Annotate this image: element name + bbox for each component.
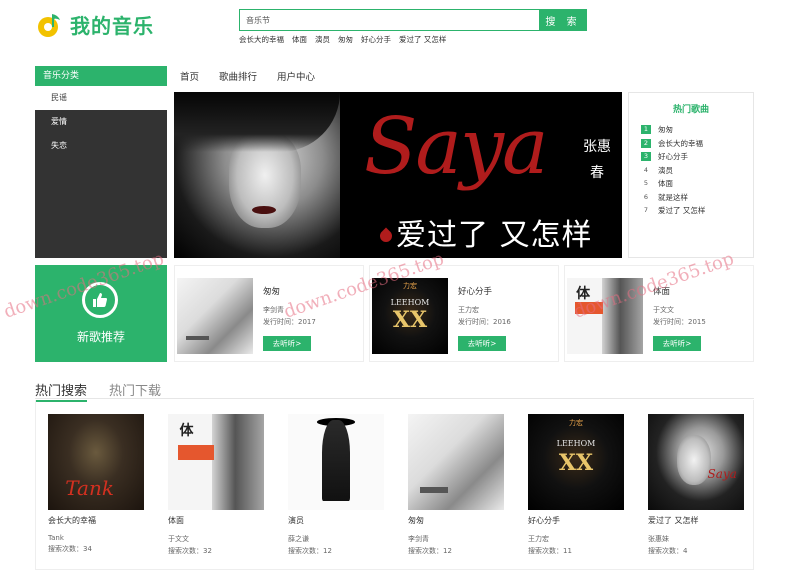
hot-word[interactable]: 好心分手 <box>361 34 391 45</box>
release-date: 发行时间：2015 <box>653 318 706 326</box>
song-artist: 张惠妹 <box>648 535 669 543</box>
search-count: 搜索次数：34 <box>48 545 92 553</box>
brand-name: 我的音乐 <box>70 14 154 38</box>
sidebar-title: 音乐分类 <box>35 66 167 86</box>
search-count: 搜索次数：4 <box>648 547 688 555</box>
release-date: 发行时间：2016 <box>458 318 511 326</box>
banner[interactable]: Saya 张惠春 爱过了 又怎样 <box>174 92 622 258</box>
song-artist: 于文文 <box>168 535 189 543</box>
song-card[interactable]: Tank 会长大的幸福 Tank 搜索次数：34 <box>48 414 144 554</box>
song-name: 好心分手 <box>528 516 560 525</box>
new-song-card: 力宏 LEEHOM XX 好心分手 王力宏 发行时间：2016 去听听> <box>369 265 559 362</box>
song-artist: 于文文 <box>653 306 674 314</box>
song-name: 匆匆 <box>408 516 424 525</box>
sidebar: 民谣 爱情 失恋 <box>35 86 167 258</box>
song-card[interactable]: 体 体面 于文文 搜索次数：32 <box>168 414 264 556</box>
search-count: 搜索次数：12 <box>288 547 332 555</box>
sidebar-item-folk[interactable]: 民谣 <box>35 86 167 110</box>
search-count: 搜索次数：32 <box>168 547 212 555</box>
new-song-card: 体 体面 于文文 发行时间：2015 去听听> <box>564 265 754 362</box>
hot-song-item[interactable]: 6 就是这样 <box>629 191 753 205</box>
hot-word[interactable]: 爱过了 又怎样 <box>399 34 446 45</box>
nav-charts[interactable]: 歌曲排行 <box>219 69 257 83</box>
album-cover[interactable] <box>288 414 384 510</box>
album-cover[interactable]: 体 <box>168 414 264 510</box>
new-song-card: 匆匆 李剑青 发行时间：2017 去听听> <box>174 265 364 362</box>
main-nav: 首页 歌曲排行 用户中心 <box>180 69 315 83</box>
banner-subtitle: 爱过了 又怎样 <box>396 218 593 253</box>
sidebar-item-heartbreak[interactable]: 失恋 <box>35 134 167 158</box>
thumbs-up-icon <box>82 282 118 318</box>
release-date: 发行时间：2017 <box>263 318 316 326</box>
new-songs-label: 新歌推荐 <box>76 330 125 344</box>
search-input[interactable] <box>239 9 539 31</box>
search-button[interactable]: 搜 索 <box>539 9 587 31</box>
hot-word[interactable]: 体面 <box>292 34 307 45</box>
song-name: 演员 <box>288 516 304 525</box>
album-cover[interactable]: 力宏 LEEHOM XX <box>372 278 448 354</box>
red-drop-icon <box>377 227 395 245</box>
banner-photo <box>174 92 340 258</box>
song-artist: 李剑青 <box>263 306 284 314</box>
hot-word[interactable]: 演员 <box>315 34 330 45</box>
song-artist: 王力宏 <box>458 306 479 314</box>
search-bar: 搜 索 <box>239 9 587 31</box>
banner-artist: 张惠春 <box>583 139 611 181</box>
nav-home[interactable]: 首页 <box>180 69 199 83</box>
song-artist: 王力宏 <box>528 535 549 543</box>
tabs-divider <box>35 398 754 399</box>
hot-search-grid: Tank 会长大的幸福 Tank 搜索次数：34 体 体面 于文文 搜索次数：3… <box>35 400 754 570</box>
site-logo[interactable]: 我的音乐 <box>36 10 154 39</box>
album-cover[interactable]: Tank <box>48 414 144 510</box>
song-card[interactable]: 力宏 LEEHOM XX 好心分手 王力宏 搜索次数：11 <box>528 414 624 556</box>
song-name: 匆匆 <box>263 287 281 297</box>
song-artist: 薛之谦 <box>288 535 309 543</box>
album-cover[interactable] <box>408 414 504 510</box>
nav-user-center[interactable]: 用户中心 <box>277 69 315 83</box>
song-name: 好心分手 <box>458 287 493 297</box>
hot-words: 会长大的幸福 体面 演员 匆匆 好心分手 爱过了 又怎样 <box>239 34 446 45</box>
sidebar-item-love[interactable]: 爱情 <box>35 110 167 134</box>
hot-song-item[interactable]: 5 体面 <box>629 177 753 191</box>
search-count: 搜索次数：12 <box>408 547 452 555</box>
song-name: 会长大的幸福 <box>48 516 96 525</box>
song-name: 爱过了 又怎样 <box>648 516 699 525</box>
hot-word[interactable]: 会长大的幸福 <box>239 34 284 45</box>
listen-button[interactable]: 去听听> <box>653 336 701 351</box>
music-note-icon <box>36 11 64 39</box>
album-cover[interactable]: 体 <box>567 278 643 354</box>
hot-song-item[interactable]: 4 演员 <box>629 164 753 178</box>
album-cover[interactable]: 力宏 LEEHOM XX <box>528 414 624 510</box>
hot-song-item[interactable]: 7 爱过了 又怎样 <box>629 204 753 218</box>
hot-songs-panel: 热门歌曲 1 匆匆 2 会长大的幸福 3 好心分手 4 演员 5 体面 6 就是这样 7 爱过… <box>628 92 754 258</box>
song-card[interactable]: Saya 爱过了 又怎样 张惠妹 搜索次数：4 <box>648 414 744 556</box>
hot-song-item[interactable]: 2 会长大的幸福 <box>629 137 753 151</box>
hot-song-item[interactable]: 1 匆匆 <box>629 123 753 137</box>
album-cover[interactable] <box>177 278 253 354</box>
album-cover[interactable]: Saya <box>648 414 744 510</box>
banner-title: Saya <box>364 102 549 192</box>
hot-word[interactable]: 匆匆 <box>338 34 353 45</box>
listen-button[interactable]: 去听听> <box>458 336 506 351</box>
new-songs-box[interactable]: 新歌推荐 <box>35 265 167 362</box>
song-artist: 李剑青 <box>408 535 429 543</box>
song-card[interactable]: 匆匆 李剑青 搜索次数：12 <box>408 414 504 556</box>
song-name: 体面 <box>653 287 671 297</box>
new-songs-list: 匆匆 李剑青 发行时间：2017 去听听> 力宏 LEEHOM XX 好心分手 王力… <box>174 265 754 362</box>
song-name: 体面 <box>168 516 184 525</box>
hot-songs-title: 热门歌曲 <box>672 105 709 115</box>
search-count: 搜索次数：11 <box>528 547 572 555</box>
song-card[interactable]: 演员 薛之谦 搜索次数：12 <box>288 414 384 556</box>
listen-button[interactable]: 去听听> <box>263 336 311 351</box>
song-artist: Tank <box>48 534 64 542</box>
hot-song-item[interactable]: 3 好心分手 <box>629 150 753 164</box>
